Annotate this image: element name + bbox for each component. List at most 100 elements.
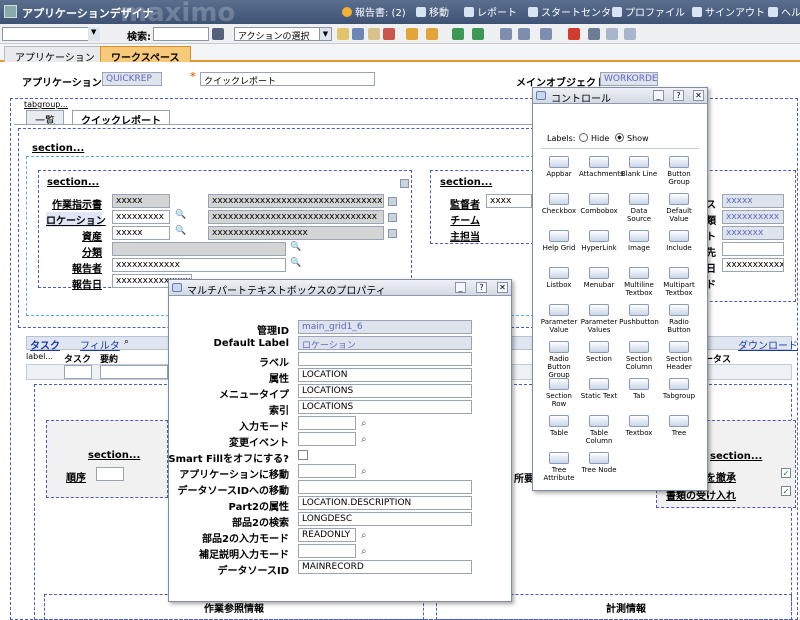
previous-icon[interactable]	[406, 28, 418, 40]
property-checkbox[interactable]	[298, 450, 308, 460]
property-input[interactable]: MAINRECORD	[298, 560, 472, 574]
property-input[interactable]: main_grid1_6	[298, 320, 472, 334]
tab-application[interactable]: アプリケーション	[4, 46, 106, 64]
seq-section-link[interactable]: section...	[88, 450, 140, 461]
control-table-column[interactable]: Table Column	[579, 415, 619, 445]
profile-link[interactable]: プロファイル	[612, 4, 685, 19]
filter-link[interactable]: フィルタ	[80, 337, 120, 352]
check-box-1[interactable]: ✓	[781, 468, 791, 478]
control-static-text[interactable]: Static Text	[579, 378, 619, 400]
asset-field[interactable]: xxxxx	[112, 226, 170, 240]
control-parameter-value[interactable]: Parameter Value	[539, 304, 579, 334]
control-attachments[interactable]: Attachments	[579, 156, 624, 178]
lookup-icon[interactable]: 🔍	[290, 242, 301, 252]
control-pushbutton[interactable]: Pushbutton	[619, 304, 659, 326]
paste-icon[interactable]	[624, 28, 636, 40]
minimize-icon[interactable]: _	[653, 90, 664, 101]
control-menubar[interactable]: Menubar	[579, 267, 619, 289]
hide-radio[interactable]	[579, 133, 588, 142]
control-image[interactable]: Image	[619, 230, 659, 252]
lookup-icon[interactable]: ⌕	[361, 546, 367, 557]
help-link[interactable]: ヘルプ	[768, 4, 800, 19]
bulletin-link[interactable]: 報告書: (2)	[342, 4, 406, 19]
control-tree-node[interactable]: Tree Node	[579, 452, 619, 474]
section-link[interactable]: section...	[32, 143, 84, 154]
cut-icon[interactable]	[588, 28, 600, 40]
signout-link[interactable]: サインアウト	[692, 4, 765, 19]
controls-icon[interactable]	[518, 28, 530, 40]
minimize-icon[interactable]: _	[455, 282, 466, 293]
section-left-link[interactable]: section...	[47, 177, 99, 188]
control-include[interactable]: Include	[659, 230, 699, 252]
property-input[interactable]	[298, 432, 356, 446]
export-icon[interactable]	[472, 28, 484, 40]
lookup-icon[interactable]: ⌕	[361, 418, 367, 429]
tab-list[interactable]: 一覧	[26, 110, 64, 127]
help-icon[interactable]: ?	[673, 90, 684, 101]
copy-icon[interactable]	[606, 28, 618, 40]
lookup-icon[interactable]: 🔍	[175, 226, 186, 236]
eraser-icon[interactable]	[383, 28, 395, 40]
property-input[interactable]	[298, 464, 356, 478]
control-default-value[interactable]: Default Value	[659, 193, 699, 223]
check-box-2[interactable]: ✓	[781, 486, 791, 496]
workorder-desc[interactable]: xxxxxxxxxxxxxxxxxxxxxxxxxxxxxxxxx	[208, 194, 384, 208]
longdesc-icon[interactable]	[388, 229, 397, 238]
help-icon[interactable]: ?	[476, 282, 487, 293]
control-tree-attribute[interactable]: Tree Attribute	[539, 452, 579, 482]
lookup-icon[interactable]: 🔍	[290, 258, 301, 268]
property-input[interactable]	[298, 480, 472, 494]
delete-icon[interactable]	[568, 28, 580, 40]
far-field-5[interactable]: xxxxxxxxxxxxx	[722, 258, 784, 272]
control-data-source[interactable]: Data Source	[619, 193, 659, 223]
start-center-link[interactable]: スタートセンタ	[528, 4, 611, 19]
lookup-icon[interactable]: ⌕	[361, 530, 367, 541]
far-field-4[interactable]	[722, 242, 784, 256]
property-input[interactable]: LOCATION	[298, 368, 472, 382]
tab-quick-report[interactable]: クイックレポート	[72, 110, 170, 127]
goto-link[interactable]: 移動	[416, 4, 449, 19]
longdesc-icon[interactable]	[388, 213, 397, 222]
binoculars-icon[interactable]	[212, 28, 224, 40]
lookup-icon[interactable]: ⌕	[361, 466, 367, 477]
control-section-column[interactable]: Section Column	[619, 341, 659, 371]
reported-by-field[interactable]: xxxxxxxxxxxx	[112, 258, 286, 272]
control-section-row[interactable]: Section Row	[539, 378, 579, 408]
controls-dialog-titlebar[interactable]: コントロール _ ? ✕	[533, 88, 707, 105]
description-input[interactable]: クイックレポート	[200, 72, 375, 86]
control-tree[interactable]: Tree	[659, 415, 699, 437]
grid-icon[interactable]	[540, 28, 552, 40]
section-right-link[interactable]: section...	[440, 177, 492, 188]
property-input[interactable]: LONGDESC	[298, 512, 472, 526]
control-hyperlink[interactable]: HyperLink	[579, 230, 619, 252]
properties-icon[interactable]	[500, 28, 512, 40]
property-input[interactable]: ロケーション	[298, 336, 472, 350]
show-radio[interactable]	[615, 133, 624, 142]
classification-field[interactable]	[112, 242, 286, 256]
close-icon[interactable]: ✕	[497, 282, 508, 293]
control-radio-button-group[interactable]: Radio Button Group	[539, 341, 579, 379]
asset-desc[interactable]: xxxxxxxxxxxxxxxxxx	[208, 226, 384, 240]
clear-icon[interactable]	[368, 28, 380, 40]
far-field-1[interactable]: xxxxx	[722, 194, 784, 208]
far-field-3[interactable]: xxxxxxx	[722, 226, 784, 240]
control-button-group[interactable]: Button Group	[659, 156, 699, 186]
property-input[interactable]: LOCATIONS	[298, 400, 472, 414]
location-desc[interactable]: xxxxxxxxxxxxxxxxxxxxxxxxxxxxxxx	[208, 210, 384, 224]
search-input[interactable]	[153, 27, 209, 41]
binoculars-icon[interactable]: ⌕	[124, 337, 129, 347]
section-menu-icon[interactable]	[400, 179, 409, 188]
property-input[interactable]: LOCATION.DESCRIPTION	[298, 496, 472, 510]
far-field-2[interactable]: xxxxxxxxxx	[722, 210, 784, 224]
control-blank-line[interactable]: Blank Line	[619, 156, 659, 178]
control-table[interactable]: Table	[539, 415, 579, 437]
control-section-header[interactable]: Section Header	[659, 341, 699, 371]
tabgroup-label[interactable]: tabgroup...	[24, 100, 68, 109]
property-input[interactable]	[298, 544, 356, 558]
control-help-grid[interactable]: Help Grid	[539, 230, 579, 252]
lookup-icon[interactable]: 🔍	[175, 210, 186, 220]
check-section-link[interactable]: section...	[710, 451, 762, 462]
control-textbox[interactable]: Textbox	[619, 415, 659, 437]
task-input[interactable]	[64, 365, 92, 379]
summary-input[interactable]	[100, 365, 168, 379]
